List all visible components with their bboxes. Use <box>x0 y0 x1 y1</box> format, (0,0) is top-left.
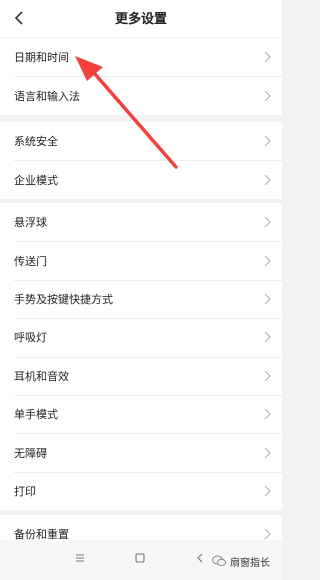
chevron-right-icon <box>264 331 271 343</box>
settings-item-enterprise-mode[interactable]: 企业模式 <box>0 160 282 198</box>
chevron-right-icon <box>264 51 271 63</box>
settings-item-breathing-light[interactable]: 呼吸灯 <box>0 318 282 356</box>
settings-item-headphones-audio[interactable]: 耳机和音效 <box>0 356 282 395</box>
settings-item-label: 语言和输入法 <box>14 89 80 103</box>
top-bar: 更多设置 <box>0 0 282 37</box>
watermark: 扇窗指长 <box>212 554 270 569</box>
settings-group-1: 日期和时间 语言和输入法 <box>0 38 282 115</box>
menu-icon[interactable] <box>74 552 86 564</box>
settings-item-label: 日期和时间 <box>14 51 69 65</box>
chevron-right-icon <box>264 408 271 420</box>
settings-item-label: 无障碍 <box>14 446 47 460</box>
settings-screen: 更多设置 日期和时间 语言和输入法 系统安全 企业模式 悬浮球 传送门 手势及按… <box>0 0 282 580</box>
settings-item-one-hand-mode[interactable]: 单手模式 <box>0 394 282 433</box>
settings-group-3: 悬浮球 传送门 手势及按键快捷方式 呼吸灯 耳机和音效 单手模式 无障碍 打印 <box>0 203 282 511</box>
settings-item-label: 耳机和音效 <box>14 369 69 383</box>
settings-item-system-security[interactable]: 系统安全 <box>0 122 282 160</box>
settings-item-date-time[interactable]: 日期和时间 <box>0 38 282 76</box>
settings-item-portal[interactable]: 传送门 <box>0 241 282 279</box>
settings-item-label: 手势及按键快捷方式 <box>14 292 113 306</box>
settings-item-accessibility[interactable]: 无障碍 <box>0 433 282 471</box>
settings-item-label: 呼吸灯 <box>14 331 47 345</box>
settings-item-label: 打印 <box>14 484 36 498</box>
settings-group-2: 系统安全 企业模式 <box>0 122 282 199</box>
chevron-right-icon <box>264 255 271 267</box>
page-title: 更多设置 <box>114 12 167 27</box>
settings-item-gestures-shortcuts[interactable]: 手势及按键快捷方式 <box>0 279 282 318</box>
settings-item-label: 系统安全 <box>14 135 58 149</box>
settings-item-language-input[interactable]: 语言和输入法 <box>0 76 282 114</box>
home-icon[interactable] <box>134 552 146 564</box>
settings-item-label: 传送门 <box>14 254 47 268</box>
settings-item-label: 企业模式 <box>14 173 58 187</box>
chevron-right-icon <box>264 90 271 102</box>
settings-item-label: 单手模式 <box>14 408 58 422</box>
chevron-right-icon <box>264 293 271 305</box>
settings-item-print[interactable]: 打印 <box>0 471 282 510</box>
wechat-icon <box>212 555 226 567</box>
settings-item-floating-ball[interactable]: 悬浮球 <box>0 203 282 241</box>
chevron-right-icon <box>264 447 271 458</box>
chevron-right-icon <box>264 174 271 186</box>
chevron-right-icon <box>264 135 271 147</box>
chevron-right-icon <box>264 485 271 497</box>
watermark-text: 扇窗指长 <box>230 557 270 569</box>
chevron-right-icon <box>264 216 271 228</box>
chevron-right-icon <box>264 370 271 382</box>
chevron-right-icon <box>264 528 271 540</box>
settings-item-label: 悬浮球 <box>14 216 47 230</box>
back-icon[interactable] <box>194 552 206 564</box>
